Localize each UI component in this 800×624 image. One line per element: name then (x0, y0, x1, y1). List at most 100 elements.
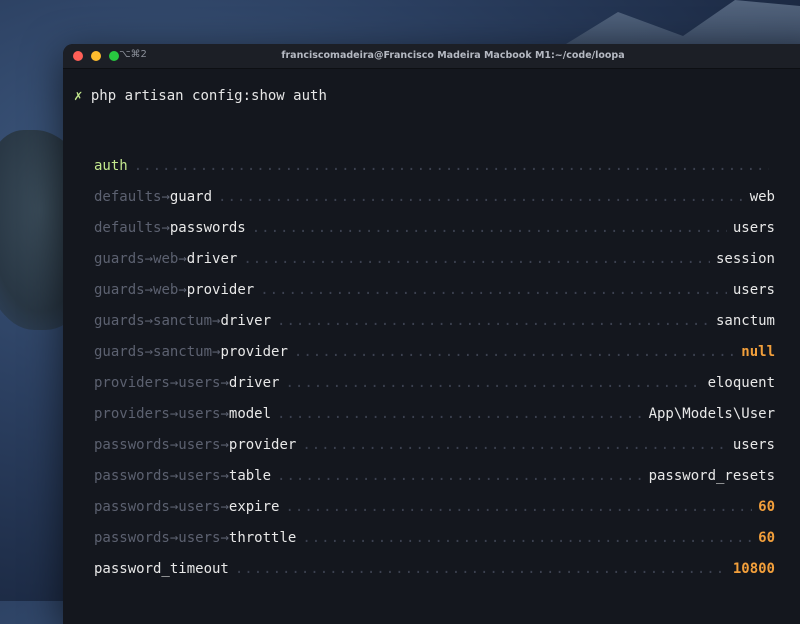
arrow-icon: → (178, 281, 187, 298)
config-row: passwords → users → expire..............… (94, 491, 775, 522)
config-key: driver (220, 312, 272, 329)
config-key: provider (228, 436, 297, 453)
dot-leader: ........................................… (218, 188, 744, 205)
config-row: guards → web → driver...................… (94, 243, 775, 274)
config-value: null (741, 343, 775, 360)
prompt-symbol: ✗ (74, 88, 83, 104)
dot-leader: ........................................… (277, 467, 643, 484)
command-line: ✗ php artisan config:show auth (74, 88, 327, 104)
config-path-segment: web (153, 250, 179, 267)
arrow-icon: → (144, 343, 154, 360)
config-path-segment: sanctum (153, 343, 213, 360)
config-value: 60 (758, 498, 775, 515)
command-text: php artisan config:show auth (90, 88, 327, 104)
config-key: throttle (228, 529, 297, 546)
config-key: driver (186, 250, 238, 267)
config-path-segment: web (153, 281, 179, 298)
arrow-icon: → (220, 436, 229, 453)
config-path-segment: defaults (94, 219, 162, 236)
config-path-segment: users (178, 467, 221, 484)
arrow-icon: → (169, 405, 179, 422)
dot-leader: ........................................… (277, 405, 643, 422)
arrow-icon: → (220, 529, 229, 546)
config-header: auth (94, 157, 128, 174)
dot-leader: ........................................… (302, 436, 727, 453)
dot-leader: ........................................… (133, 157, 769, 174)
config-row: guards → sanctum → driver...............… (94, 305, 775, 336)
config-path-segment: users (178, 498, 221, 515)
config-path-segment: guards (94, 343, 145, 360)
config-row: passwords → users → throttle............… (94, 522, 775, 553)
config-row: passwords → users → table...............… (94, 460, 775, 491)
config-path-segment: users (178, 405, 221, 422)
config-row: defaults → guard........................… (94, 181, 775, 212)
terminal-content[interactable]: ✗ php artisan config:show auth auth ....… (63, 68, 800, 624)
config-value: password_resets (648, 467, 775, 484)
config-path-segment: guards (94, 250, 145, 267)
terminal-window[interactable]: ⌥⌘2 franciscomadeira@Francisco Madeira M… (63, 44, 800, 624)
arrow-icon: → (169, 374, 179, 391)
arrow-icon: → (169, 436, 179, 453)
arrow-icon: → (144, 312, 154, 329)
config-row: providers → users → driver..............… (94, 367, 775, 398)
dot-leader: ........................................… (251, 219, 727, 236)
config-path-segment: users (178, 529, 221, 546)
config-path-segment: sanctum (153, 312, 213, 329)
config-key: password_timeout (94, 560, 229, 577)
config-output: auth ...................................… (94, 150, 775, 584)
config-value: session (715, 250, 775, 267)
config-key: table (228, 467, 272, 484)
window-titlebar[interactable]: ⌥⌘2 franciscomadeira@Francisco Madeira M… (63, 44, 800, 69)
config-value: sanctum (715, 312, 775, 329)
config-key: passwords (169, 219, 246, 236)
arrow-icon: → (212, 343, 221, 360)
config-path-segment: providers (94, 405, 170, 422)
config-path-segment: passwords (94, 467, 170, 484)
dot-leader: ........................................… (285, 374, 701, 391)
dot-leader: ........................................… (293, 343, 736, 360)
config-value: 10800 (732, 560, 775, 577)
config-row: defaults → passwords....................… (94, 212, 775, 243)
dot-leader: ........................................… (243, 250, 710, 267)
config-path-segment: users (178, 436, 221, 453)
config-key: guard (169, 188, 213, 205)
config-row: passwords → users → provider............… (94, 429, 775, 460)
arrow-icon: → (161, 188, 170, 205)
arrow-icon: → (169, 467, 179, 484)
arrow-icon: → (220, 498, 229, 515)
config-path-segment: users (178, 374, 221, 391)
arrow-icon: → (212, 312, 221, 329)
dot-leader: ........................................… (260, 281, 727, 298)
config-value: eloquent (707, 374, 775, 391)
config-value: App\Models\User (648, 405, 775, 422)
config-header-row: auth ...................................… (94, 150, 775, 181)
config-row: password_timeout........................… (94, 553, 775, 584)
arrow-icon: → (161, 219, 170, 236)
config-key: model (228, 405, 272, 422)
config-path-segment: passwords (94, 498, 170, 515)
config-key: expire (228, 498, 280, 515)
config-key: driver (228, 374, 280, 391)
config-path-segment: passwords (94, 436, 170, 453)
window-title: franciscomadeira@Francisco Madeira Macbo… (281, 50, 625, 61)
config-row: providers → users → model...............… (94, 398, 775, 429)
arrow-icon: → (178, 250, 187, 267)
config-key: provider (186, 281, 255, 298)
config-path-segment: guards (94, 312, 145, 329)
dot-leader: ........................................… (285, 498, 753, 515)
config-row: guards → sanctum → provider.............… (94, 336, 775, 367)
config-value: users (732, 281, 775, 298)
arrow-icon: → (144, 250, 154, 267)
arrow-icon: → (220, 467, 229, 484)
dot-leader: ........................................… (277, 312, 710, 329)
arrow-icon: → (220, 374, 229, 391)
config-value: users (732, 219, 775, 236)
config-key: provider (220, 343, 288, 360)
config-value: web (749, 188, 775, 205)
dot-leader: ........................................… (234, 560, 727, 577)
config-value: 60 (758, 529, 775, 546)
config-path-segment: passwords (94, 529, 170, 546)
arrow-icon: → (169, 498, 179, 515)
arrow-icon: → (144, 281, 154, 298)
config-path-segment: defaults (94, 188, 162, 205)
